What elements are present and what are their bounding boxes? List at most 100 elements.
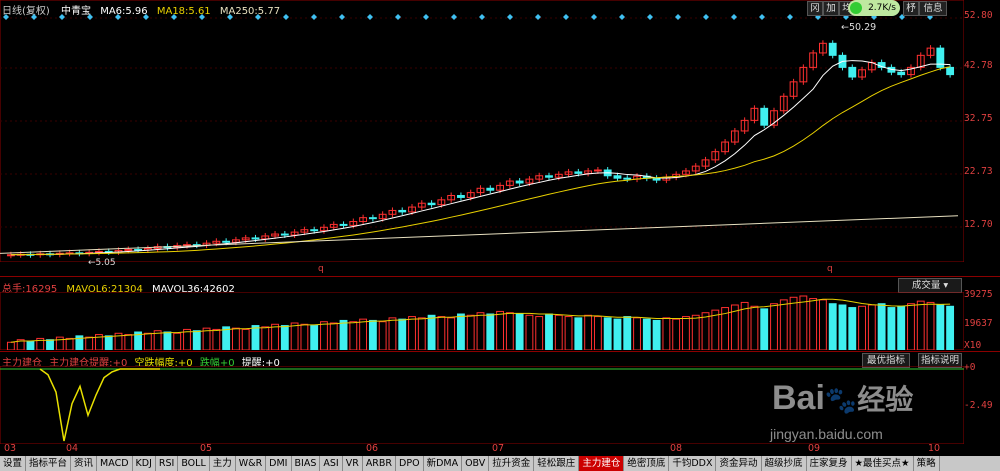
tab-3[interactable]: MACD xyxy=(97,456,133,471)
volume-bar xyxy=(574,317,583,350)
date-tick-10: 10 xyxy=(928,443,941,454)
tab-18[interactable]: 轻松跟庄 xyxy=(534,456,580,471)
marker-q1: q xyxy=(318,264,324,274)
volume-bar xyxy=(858,305,866,350)
tab-26[interactable]: 策略 xyxy=(914,456,940,471)
tab-16[interactable]: OBV xyxy=(462,456,490,471)
ind-axis-1: +0 xyxy=(964,362,976,373)
btn-info[interactable]: 信息 xyxy=(919,1,947,16)
tab-25[interactable]: ★最佳买点★ xyxy=(852,456,914,471)
volume-bar xyxy=(603,317,612,350)
volume-bar xyxy=(241,328,250,350)
date-tick-06: 06 xyxy=(366,443,379,454)
btn-top-2[interactable]: 加 xyxy=(823,1,839,16)
tab-13[interactable]: ARBR xyxy=(363,456,397,471)
tab-6[interactable]: BOLL xyxy=(178,456,210,471)
date-tick-08: 08 xyxy=(670,443,683,454)
tab-7[interactable]: 主力 xyxy=(210,456,236,471)
volume-bar xyxy=(564,316,573,350)
volume-bar xyxy=(779,299,788,350)
tab-17[interactable]: 拉升资金 xyxy=(489,456,535,471)
signal-diamond xyxy=(31,14,37,20)
tab-8[interactable]: W&R xyxy=(236,456,267,471)
tab-10[interactable]: BIAS xyxy=(292,456,321,471)
volume-bar xyxy=(320,321,328,350)
volume-bar xyxy=(642,318,651,350)
indicator-series xyxy=(39,368,160,442)
volume-bar xyxy=(848,307,857,350)
vol-dropdown[interactable]: 成交量 ▾ xyxy=(898,278,962,293)
signal-diamond xyxy=(731,14,737,20)
signal-diamond xyxy=(479,14,485,20)
volume-bar xyxy=(417,317,426,350)
volume-bar xyxy=(907,303,915,350)
volume-bar xyxy=(408,316,416,350)
volume-bar xyxy=(192,330,201,350)
candle-body xyxy=(368,217,377,220)
divider-2 xyxy=(0,351,1000,352)
volume-bar xyxy=(447,317,456,350)
price-chart-panel[interactable]: 日线(复权) 中青宝 MA6:5.96 MA18:5.61 MA250:5.77 xyxy=(0,0,964,262)
volume-bar xyxy=(300,323,309,350)
volume-bar xyxy=(760,308,769,350)
volume-bar xyxy=(838,304,847,350)
price-candles xyxy=(0,0,964,262)
volume-bar xyxy=(584,314,593,350)
candle-body xyxy=(828,42,837,56)
tab-15[interactable]: 新DMA xyxy=(424,456,463,471)
tab-12[interactable]: VR xyxy=(343,456,363,471)
volume-bar xyxy=(143,332,152,350)
btn-top-7[interactable]: 杼 xyxy=(903,1,919,16)
price-axis-1: 52.80 xyxy=(964,10,993,21)
volume-bar xyxy=(662,317,671,350)
signal-diamond xyxy=(619,14,625,20)
candle-body xyxy=(398,209,407,213)
volume-bar xyxy=(799,295,808,350)
signal-diamond xyxy=(255,14,261,20)
volume-bar xyxy=(6,341,15,350)
tab-5[interactable]: RSI xyxy=(156,456,179,471)
tab-2[interactable]: 资讯 xyxy=(71,456,98,471)
tab-23[interactable]: 超级抄底 xyxy=(762,456,807,471)
volume-bar xyxy=(46,339,54,350)
volume-bar xyxy=(867,304,876,350)
volume-bar xyxy=(750,305,759,350)
price-frame xyxy=(0,0,964,262)
tab-0[interactable]: 设置 xyxy=(0,456,27,471)
volume-bar xyxy=(466,314,475,350)
signal-diamond xyxy=(339,14,345,20)
candle-body xyxy=(760,107,769,126)
low-label: ←5.05 xyxy=(88,258,116,268)
candle-body xyxy=(310,229,319,232)
tab-1[interactable]: 指标平台 xyxy=(26,456,72,471)
volume-bar xyxy=(897,305,906,350)
date-tick-07: 07 xyxy=(492,443,505,454)
signal-diamond xyxy=(227,14,233,20)
tab-19[interactable]: 主力建仓 xyxy=(579,456,625,471)
tab-9[interactable]: DMI xyxy=(266,456,292,471)
signal-diamond xyxy=(703,14,709,20)
high-label: ←50.29 xyxy=(841,22,877,33)
volume-bar xyxy=(476,312,485,350)
volume-bar xyxy=(789,296,798,350)
ma6-line xyxy=(10,60,951,256)
signal-diamond xyxy=(87,14,93,20)
date-tick-09: 09 xyxy=(808,443,821,454)
volume-bar xyxy=(525,314,534,350)
tab-22[interactable]: 资金异动 xyxy=(716,456,762,471)
date-axis: 03 04 05 06 07 08 09 10 xyxy=(0,443,964,455)
volume-bar xyxy=(535,316,544,350)
tab-20[interactable]: 绝密顶底 xyxy=(624,456,670,471)
signal-diamond xyxy=(507,14,513,20)
volume-bar xyxy=(554,314,563,350)
btn-top-1[interactable]: 冈 xyxy=(807,1,823,16)
volume-bar xyxy=(183,328,191,350)
volume-bar xyxy=(770,303,778,350)
tab-14[interactable]: DPO xyxy=(396,456,424,471)
tab-24[interactable]: 庄家复身 xyxy=(807,456,852,471)
date-tick-05: 05 xyxy=(200,443,213,454)
tab-21[interactable]: 千钧DDX xyxy=(669,456,717,471)
tab-4[interactable]: KDJ xyxy=(133,456,156,471)
volume-bar xyxy=(271,323,279,350)
tab-11[interactable]: ASI xyxy=(320,456,343,471)
